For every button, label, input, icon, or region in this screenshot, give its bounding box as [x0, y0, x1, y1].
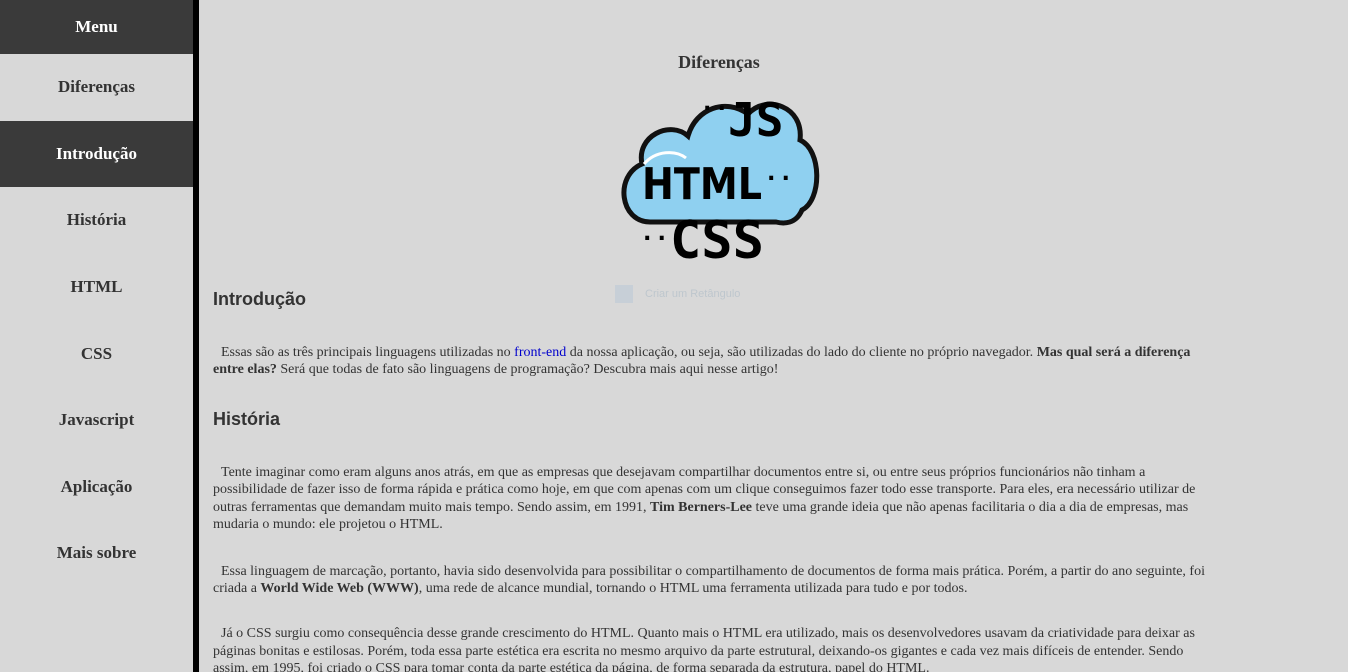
historia-paragraph-1: Tente imaginar como eram alguns anos atr… [213, 465, 1196, 533]
intro-paragraph: Essas são as três principais linguagens … [213, 345, 1191, 378]
sidebar: Menu Diferenças Introdução História HTML… [0, 0, 199, 672]
svg-text:JS: JS [728, 93, 783, 147]
svg-text:··: ·· [700, 94, 729, 122]
cloud-js-html-css-logo: JS ·· HTML ·· ·· CSS [621, 93, 820, 266]
sidebar-item-historia[interactable]: História [0, 187, 193, 254]
svg-text:CSS: CSS [670, 211, 764, 266]
svg-text:HTML: HTML [642, 159, 762, 210]
main-content: Diferenças JS ·· HTML ·· ·· CSS Criar um… [199, 0, 1348, 672]
historia-paragraph-2: Essa linguagem de marcação, portanto, ha… [213, 563, 1205, 597]
svg-text:··: ·· [640, 224, 669, 252]
svg-text:··: ·· [764, 164, 793, 192]
heading-historia: História [213, 409, 281, 429]
page-title: Diferenças [678, 52, 760, 72]
sidebar-item-javascript[interactable]: Javascript [0, 387, 193, 454]
section-historia: História Tente imaginar como eram alguns… [213, 409, 1213, 672]
sidebar-item-aplicacao[interactable]: Aplicação [0, 454, 193, 521]
sidebar-item-css[interactable]: CSS [0, 320, 193, 387]
front-end-link[interactable]: front-end [514, 345, 566, 360]
menu-header: Menu [0, 0, 193, 54]
sidebar-item-html[interactable]: HTML [0, 254, 193, 321]
sidebar-item-diferencas[interactable]: Diferenças [0, 54, 193, 121]
heading-introducao: Introdução [213, 289, 306, 309]
historia-paragraph-3: Já o CSS surgiu como consequência desse … [213, 626, 1195, 672]
sidebar-item-introducao[interactable]: Introdução [0, 120, 193, 188]
section-introducao: Introdução Essas são as três principais … [213, 289, 1213, 379]
sidebar-item-mais-sobre[interactable]: Mais sobre [0, 520, 193, 587]
